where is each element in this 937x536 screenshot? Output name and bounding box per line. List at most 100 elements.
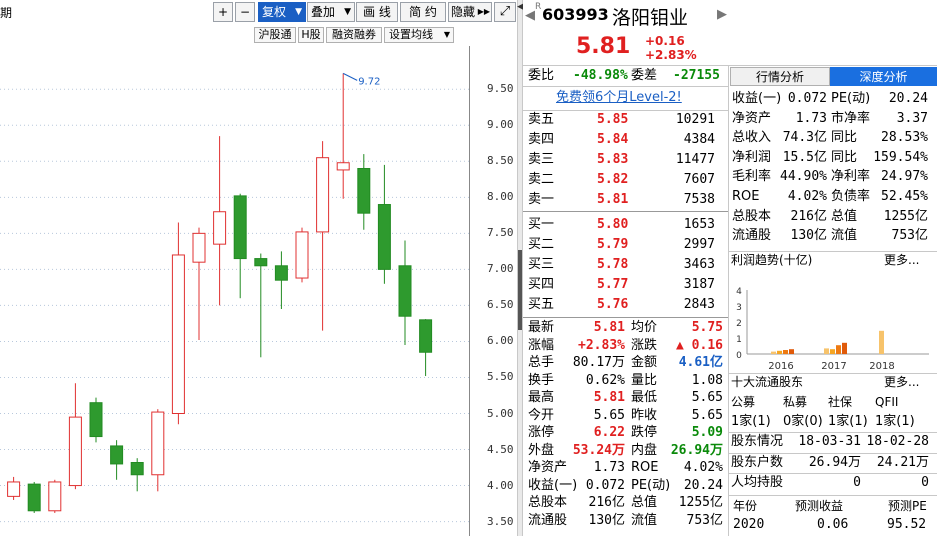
candle-body (7, 481, 21, 497)
next-stock-icon[interactable]: ▶ (717, 7, 727, 22)
fund-label: 同比 (831, 130, 858, 146)
shareholder-value-1: 18-03-31 (798, 434, 861, 449)
holders-more-link[interactable]: 更多... (884, 372, 919, 392)
stat-label: 均价 (631, 320, 658, 335)
candle-body (171, 254, 185, 414)
holder-type-header: QFII (875, 395, 899, 409)
buys-level-volume: 2997 (683, 237, 715, 252)
stat-value: ▲ 0.16 (676, 337, 723, 353)
candle-body (357, 168, 371, 214)
profit-year-label: 2017 (821, 361, 846, 372)
price-change-pct: +2.83% (645, 48, 697, 62)
splitter-handle[interactable] (518, 250, 522, 330)
candle-body (213, 211, 227, 245)
stat-value: 6.22 (593, 425, 625, 440)
shareholder-label: 股东户数 (731, 454, 784, 470)
buys-level-price: 5.78 (597, 257, 629, 272)
profit-bar (836, 345, 841, 354)
tab-shendu[interactable]: 深度分析 (830, 67, 937, 86)
fund-value: 753亿 (891, 228, 928, 244)
forecast-year: 2020 (733, 517, 765, 532)
shareholder-label: 人均持股 (731, 475, 784, 490)
price-tick-label: 7.00 (487, 262, 514, 276)
level2-promo-link[interactable]: 免费领6个月Level-2! (556, 88, 682, 108)
hide-label: 隐藏 (451, 5, 476, 19)
buys-level-price: 5.80 (597, 217, 629, 232)
candlestick-plot[interactable]: 9.72 (0, 46, 470, 536)
buys-level-label: 买四 (528, 277, 555, 292)
quote-panel: ◀ R 603993 洛阳钼业 ▶ 5.81 +0.16 +2.83% 委比 -… (523, 0, 937, 536)
chart-toolbar: 期 + − 复权 ▼ 叠加 ▼ 画 线 简 约 隐藏 ▶▶ ⤢ (0, 0, 517, 24)
zoom-in-button[interactable]: + (213, 2, 233, 22)
profit-more-label: 更多 (884, 253, 909, 267)
zoom-out-button[interactable]: − (235, 2, 255, 22)
profit-bar (824, 348, 829, 354)
fund-label: 流值 (831, 228, 858, 244)
fund-value: 1255亿 (883, 208, 928, 224)
shareholder-label: 股东情况 (731, 434, 784, 449)
hshare-button[interactable]: H股 (298, 27, 324, 43)
period-label[interactable]: 期 (0, 4, 12, 21)
stat-label: 流值 (631, 512, 658, 528)
shareholder-value-1: 0 (853, 475, 861, 490)
stat-value: 5.09 (691, 425, 723, 440)
price-tick-label: 6.50 (487, 298, 514, 312)
fund-value: 159.54% (873, 149, 928, 165)
margin-button[interactable]: 融资融券 (326, 27, 382, 43)
buys-level-volume: 3463 (683, 257, 715, 272)
fund-value: 52.45% (881, 189, 928, 204)
fund-label: 毛利率 (732, 169, 772, 185)
fuquan-dropdown[interactable]: 复权 ▼ (258, 2, 306, 22)
prev-stock-icon[interactable]: ◀ (525, 8, 535, 23)
candle-body (274, 265, 288, 281)
hide-button[interactable]: 隐藏 ▶▶ (448, 2, 492, 22)
diejia-dropdown[interactable]: 叠加 ▼ (307, 2, 355, 22)
fund-label: 总收入 (732, 130, 772, 146)
candle-body (295, 231, 309, 279)
price-tick-label: 4.50 (487, 442, 514, 456)
fund-value: 20.24 (888, 91, 928, 106)
profit-y-tick: 0 (736, 351, 742, 361)
fund-value: 216亿 (790, 208, 827, 224)
stat-value: 5.75 (691, 320, 723, 335)
fund-label: 总股本 (732, 208, 772, 224)
simple-mode-button[interactable]: 简 约 (400, 2, 446, 22)
tab-hangqing[interactable]: 行情分析 (730, 67, 830, 86)
dropdown-arrow-icon: ▼ (344, 7, 351, 17)
sells-level-label: 卖五 (528, 112, 555, 127)
candle-body (336, 162, 350, 171)
draw-line-button[interactable]: 画 线 (356, 2, 398, 22)
fund-value: 3.37 (896, 110, 928, 126)
stat-label: 涨幅 (528, 337, 555, 353)
buys-level-label: 买三 (528, 257, 555, 272)
profit-bar (842, 342, 847, 354)
holders-title: 十大流通股东 (731, 375, 804, 389)
candle-body (233, 195, 247, 260)
buys-level-price: 5.79 (597, 237, 629, 252)
fund-value: 1.73 (795, 110, 827, 126)
profit-bar (879, 330, 884, 354)
fullscreen-icon[interactable]: ⤢ (494, 2, 516, 22)
stat-label: 最低 (631, 390, 658, 405)
sells-level-price: 5.83 (597, 152, 629, 167)
stat-label: 昨收 (631, 407, 658, 423)
more-dots-icon: ... (908, 375, 920, 389)
ma-settings-dropdown[interactable]: 设置均线 ▼ (384, 27, 454, 43)
forecast-pe: 95.52 (887, 517, 927, 532)
fund-value: 74.3亿 (782, 130, 827, 146)
dropdown-arrow-icon: ▼ (443, 30, 450, 39)
profit-trend-chart: 4 3 2 1 0 2016 2017 2018 (736, 287, 929, 372)
shareholder-value-2: 24.21万 (876, 454, 929, 470)
stock-name: 洛阳钼业 (612, 7, 689, 29)
profit-more-link[interactable]: 更多... (884, 250, 919, 270)
buys-level-price: 5.76 (597, 297, 629, 312)
profit-y-tick: 4 (736, 287, 742, 297)
stat-value: 5.65 (593, 407, 625, 423)
kline-chart-pane: 期 + − 复权 ▼ 叠加 ▼ 画 线 简 约 隐藏 ▶▶ ⤢ 沪股通 H股 融资融券… (0, 0, 517, 536)
price-tick-label: 7.50 (487, 226, 514, 240)
stock-code: 603993 (542, 5, 609, 24)
stat-value: 4.02% (683, 460, 723, 475)
hgt-button[interactable]: 沪股通 (254, 27, 296, 43)
fuquan-label: 复权 (262, 5, 287, 19)
holder-type-count: 1家(1) (731, 414, 771, 429)
